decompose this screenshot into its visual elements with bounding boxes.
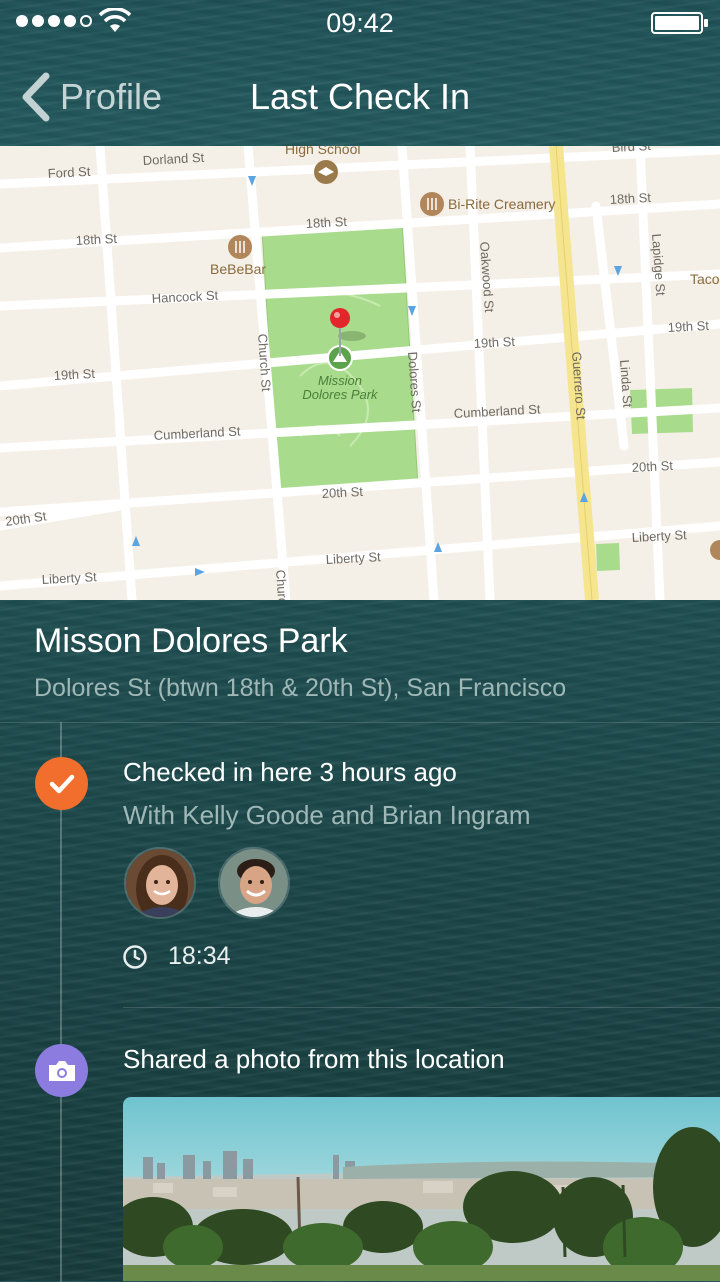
svg-text:Church: Church (273, 569, 291, 600)
battery-icon (651, 12, 708, 34)
svg-text:18th St: 18th St (609, 190, 651, 207)
svg-text:Bi-Rite Creamery: Bi-Rite Creamery (448, 196, 555, 212)
svg-text:20th St: 20th St (631, 458, 673, 475)
shared-photo[interactable] (123, 1097, 720, 1281)
svg-text:18th St: 18th St (305, 214, 347, 231)
checkin-title: Checked in here 3 hours ago (123, 757, 457, 787)
avatar-brian (220, 849, 288, 917)
divider (123, 1007, 720, 1008)
checkin-time: 18:34 (168, 942, 231, 970)
map-view[interactable]: Dorland St Ford St 18th St 18th St 18th … (0, 146, 720, 600)
avatar[interactable] (218, 847, 290, 919)
checkin-badge (35, 757, 88, 810)
svg-text:Liberty St: Liberty St (41, 569, 97, 587)
venue-address: Dolores St (btwn 18th & 20th St), San Fr… (34, 674, 567, 702)
svg-text:18th St: 18th St (75, 231, 117, 248)
page-title: Last Check In (249, 76, 471, 117)
photo-badge (35, 1044, 88, 1097)
avatar[interactable] (124, 847, 196, 919)
camera-icon (48, 1060, 75, 1081)
svg-text:20th St: 20th St (321, 484, 363, 501)
shared-photo-image (123, 1097, 720, 1281)
svg-text:Taco: Taco (690, 271, 720, 287)
map-canvas: Dorland St Ford St 18th St 18th St 18th … (0, 146, 720, 600)
photo-share-title: Shared a photo from this location (123, 1044, 505, 1074)
svg-text:Ford St: Ford St (47, 164, 91, 181)
venue-name: Misson Dolores Park (34, 622, 348, 660)
checkin-companions: With Kelly Goode and Brian Ingram (123, 800, 531, 830)
checkin-time-row: 18:34 (122, 942, 231, 971)
svg-text:Liberty St: Liberty St (631, 527, 687, 545)
svg-text:19th St: 19th St (53, 366, 95, 383)
svg-text:Mission: Mission (318, 373, 362, 388)
svg-text:19th St: 19th St (473, 334, 515, 351)
svg-text:Dolores Park: Dolores Park (302, 387, 379, 402)
avatar-kelly (126, 849, 194, 917)
clock-icon (123, 944, 147, 969)
status-time: 09:42 (326, 8, 394, 38)
svg-text:19th St: 19th St (667, 318, 709, 335)
navigation-bar: Profile Last Check In (0, 46, 720, 146)
location-pin-icon (330, 308, 350, 328)
check-icon (49, 774, 74, 793)
svg-text:BeBeBar: BeBeBar (210, 261, 266, 277)
divider (0, 722, 720, 723)
svg-text:Liberty St: Liberty St (325, 549, 381, 567)
svg-text:High School: High School (285, 146, 361, 157)
status-bar: 09:42 (0, 0, 720, 46)
